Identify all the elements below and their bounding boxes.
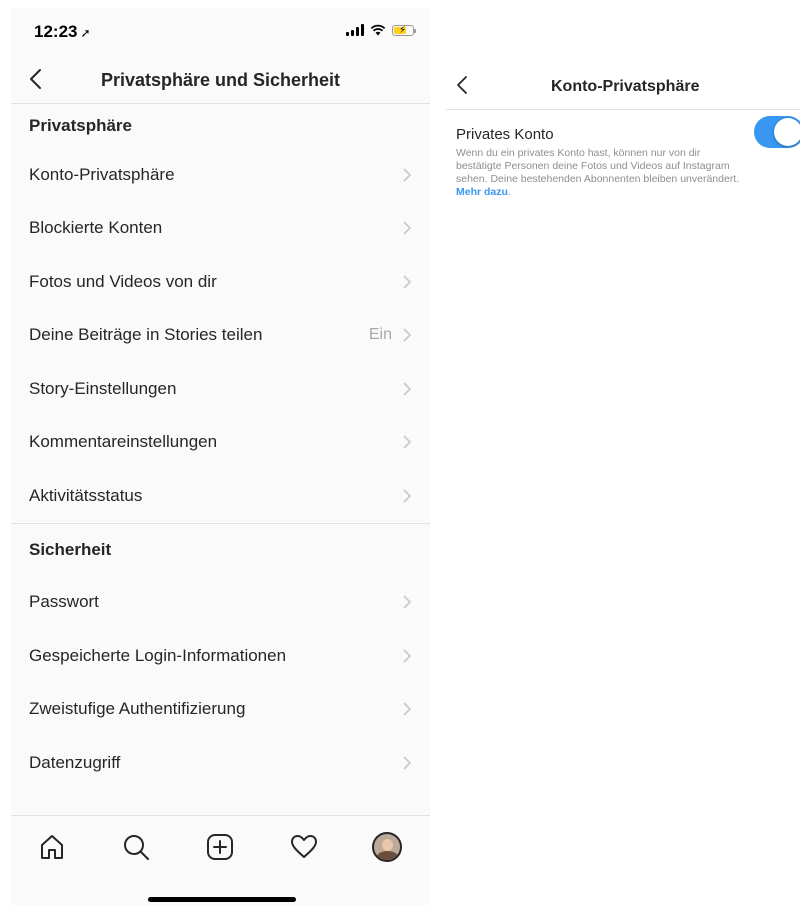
wifi-icon: [370, 24, 386, 36]
add-post-icon: [207, 834, 233, 860]
row-password[interactable]: Passwort: [11, 576, 430, 630]
search-icon: [124, 835, 149, 860]
home-indicator: [148, 897, 296, 902]
back-icon[interactable]: [455, 75, 471, 95]
row-label: Story-Einstellungen: [29, 378, 177, 398]
profile-tab[interactable]: [370, 830, 404, 864]
chevron-right-icon: [403, 435, 412, 449]
row-label: Passwort: [29, 592, 99, 612]
row-label: Gespeicherte Login-Informationen: [29, 645, 287, 665]
private-account-description: Wenn du ein privates Konto hast, können …: [456, 147, 746, 199]
toggle-knob: [774, 118, 800, 146]
chevron-right-icon: [403, 595, 412, 609]
row-value: Ein: [368, 326, 392, 344]
row-blocked-accounts[interactable]: Blockierte Konten: [11, 202, 430, 256]
location-arrow-icon: ➚: [80, 26, 91, 40]
row-label: Blockierte Konten: [29, 218, 163, 238]
row-data-access[interactable]: Datenzugriff: [11, 736, 430, 790]
nav-bar: Privatsphäre und Sicherheit: [11, 56, 430, 104]
chevron-right-icon: [403, 649, 412, 663]
row-label: Datenzugriff: [29, 752, 121, 772]
row-photos-videos[interactable]: Fotos und Videos von dir: [11, 255, 430, 309]
description-text: Wenn du ein privates Konto hast, können …: [456, 147, 740, 185]
row-story-sharing[interactable]: Deine Beiträge in Stories teilen Ein: [11, 309, 430, 363]
chevron-right-icon: [403, 489, 412, 503]
row-label: Zweistufige Authentifizierung: [29, 699, 246, 719]
search-tab[interactable]: [119, 830, 153, 864]
page-title: Konto-Privatsphäre: [551, 78, 700, 95]
row-label: Fotos und Videos von dir: [29, 271, 217, 291]
clock: 12:23: [34, 22, 78, 41]
nav-bar: Konto-Privatsphäre: [446, 58, 800, 110]
tab-bar: [11, 815, 430, 905]
account-privacy-screen: Konto-Privatsphäre Privates Konto Wenn d…: [446, 58, 800, 358]
chevron-right-icon: [403, 221, 412, 235]
chevron-right-icon: [403, 382, 412, 396]
status-bar: 12:23 ➚ ⚡: [11, 8, 430, 56]
heart-icon: [291, 835, 317, 858]
chevron-right-icon: [403, 328, 412, 342]
chevron-right-icon: [403, 702, 412, 716]
chevron-right-icon: [403, 756, 412, 770]
add-post-tab[interactable]: [203, 830, 237, 864]
battery-icon: ⚡: [392, 24, 416, 36]
signal-icon: [346, 24, 364, 36]
private-account-label: Privates Konto: [456, 126, 554, 143]
section-header-privacy: Privatsphäre: [29, 116, 132, 135]
profile-avatar: [372, 832, 402, 862]
row-comment-settings[interactable]: Kommentareinstellungen: [11, 416, 430, 470]
privacy-security-screen: 12:23 ➚ ⚡ Privatsphäre und Sicherheit Pri…: [11, 8, 430, 905]
row-activity-status[interactable]: Aktivitätsstatus: [11, 469, 430, 523]
page-title: Privatsphäre und Sicherheit: [100, 70, 341, 90]
row-label: Konto-Privatsphäre: [29, 164, 175, 184]
row-saved-login[interactable]: Gespeicherte Login-Informationen: [11, 629, 430, 683]
section-header-security: Sicherheit: [29, 539, 112, 559]
status-icons: ⚡: [346, 22, 416, 38]
learn-more-link[interactable]: Mehr dazu: [456, 186, 508, 198]
private-account-toggle[interactable]: [754, 116, 800, 148]
status-time: 12:23 ➚: [34, 22, 91, 42]
chevron-right-icon: [403, 168, 412, 182]
activity-tab[interactable]: [287, 830, 321, 864]
settings-list: Privatsphäre Konto-Privatsphäre Blockier…: [11, 104, 430, 790]
row-label: Kommentareinstellungen: [29, 432, 218, 452]
home-icon: [41, 835, 63, 859]
row-two-factor[interactable]: Zweistufige Authentifizierung: [11, 683, 430, 737]
row-label: Deine Beiträge in Stories teilen: [29, 325, 263, 345]
home-tab[interactable]: [35, 830, 69, 864]
row-story-settings[interactable]: Story-Einstellungen: [11, 362, 430, 416]
row-account-privacy[interactable]: Konto-Privatsphäre: [11, 148, 430, 202]
period: .: [507, 186, 511, 198]
chevron-right-icon: [403, 275, 412, 289]
row-label: Aktivitätsstatus: [29, 485, 143, 505]
